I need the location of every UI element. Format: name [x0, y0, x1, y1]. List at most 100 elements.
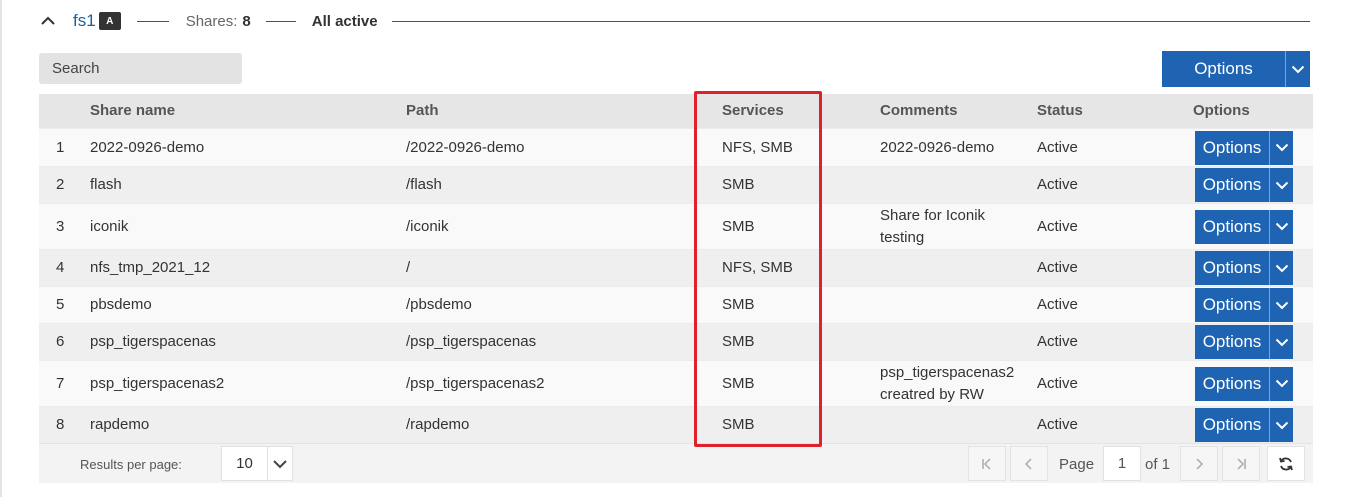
column-header-comments[interactable]: Comments — [880, 94, 1030, 128]
share-status: Active — [1037, 416, 1078, 433]
chevron-up-icon — [41, 16, 55, 25]
share-services: SMB — [722, 176, 755, 193]
header-divider — [391, 20, 1310, 22]
page-left-border — [0, 0, 2, 497]
column-header-share-name[interactable]: Share name — [90, 94, 390, 128]
column-header-services[interactable]: Services — [722, 94, 862, 128]
share-services: SMB — [722, 217, 755, 235]
table-row[interactable]: 3 iconik /iconik SMB Share for Iconik te… — [39, 203, 1313, 249]
share-services: NFS, SMB — [722, 259, 793, 276]
column-header-status[interactable]: Status — [1037, 94, 1157, 128]
share-status: Active — [1037, 296, 1078, 313]
results-per-page-select[interactable]: 10 — [221, 446, 293, 481]
chevron-down-icon — [1275, 379, 1288, 388]
share-path: /rapdemo — [406, 416, 470, 433]
row-options-dropdown[interactable]: Options — [1195, 209, 1293, 244]
chevron-down-icon — [1275, 143, 1288, 152]
table-row[interactable]: 8 rapdemo /rapdemo SMB Active Options — [39, 406, 1313, 443]
share-comment — [880, 250, 1030, 286]
share-services: SMB — [722, 416, 755, 433]
table-row[interactable]: 4 nfs_tmp_2021_12 / NFS, SMB Active Opti… — [39, 249, 1313, 286]
share-name: flash — [90, 176, 122, 193]
row-options-caret-button[interactable] — [1269, 325, 1293, 359]
share-services: NFS, SMB — [722, 138, 793, 156]
row-options-button[interactable]: Options — [1195, 325, 1269, 359]
row-index: 8 — [56, 416, 65, 433]
row-index: 5 — [56, 296, 65, 313]
chevron-down-icon — [273, 459, 287, 468]
row-options-caret-button[interactable] — [1269, 168, 1293, 202]
table-row[interactable]: 7 psp_tigerspacenas2 /psp_tigerspacenas2… — [39, 360, 1313, 406]
share-comment: 2022-0926-demo — [880, 138, 995, 156]
share-path: /2022-0926-demo — [406, 138, 525, 156]
row-options-button[interactable]: Options — [1195, 251, 1269, 285]
shares-count: 8 — [242, 12, 251, 30]
row-index: 6 — [56, 333, 65, 350]
chevron-down-icon — [1275, 421, 1288, 429]
share-path: /iconik — [406, 217, 449, 235]
row-options-button[interactable]: Options — [1195, 408, 1269, 442]
row-index: 2 — [56, 176, 65, 193]
first-page-button[interactable] — [968, 446, 1006, 481]
refresh-icon — [1279, 457, 1293, 470]
row-options-button[interactable]: Options — [1195, 209, 1269, 244]
refresh-button[interactable] — [1267, 446, 1305, 481]
row-index: 4 — [56, 259, 65, 276]
chevron-down-icon — [1275, 338, 1288, 346]
last-page-button[interactable] — [1222, 446, 1260, 481]
column-header-path[interactable]: Path — [406, 94, 696, 128]
row-options-dropdown[interactable]: Options — [1195, 408, 1293, 442]
row-options-caret-button[interactable] — [1269, 130, 1293, 165]
table-row[interactable]: 6 psp_tigerspacenas /psp_tigerspacenas S… — [39, 323, 1313, 360]
table-header: Share name Path Services Comments Status… — [39, 94, 1313, 128]
row-options-dropdown[interactable]: Options — [1195, 251, 1293, 285]
results-per-page-caret[interactable] — [267, 447, 292, 480]
chevron-down-icon — [1291, 65, 1305, 73]
share-path: / — [406, 259, 411, 276]
row-options-dropdown[interactable]: Options — [1195, 168, 1293, 202]
row-options-button[interactable]: Options — [1195, 288, 1269, 322]
page-of-label: of 1 — [1145, 455, 1171, 473]
table-row[interactable]: 2 flash /flash SMB Active Options — [39, 166, 1313, 203]
row-options-caret-button[interactable] — [1269, 366, 1293, 401]
share-status: Active — [1037, 259, 1078, 276]
table-footer: Results per page: 10 Page of 1 — [39, 443, 1313, 483]
current-page-input[interactable] — [1103, 446, 1141, 481]
share-comment: Share for Iconik testing — [880, 206, 986, 246]
options-caret-button[interactable] — [1285, 51, 1310, 87]
chevron-down-icon — [1275, 181, 1288, 189]
chevron-down-icon — [1275, 301, 1288, 309]
row-options-dropdown[interactable]: Options — [1195, 288, 1293, 322]
row-options-caret-button[interactable] — [1269, 251, 1293, 285]
options-button[interactable]: Options — [1162, 51, 1285, 87]
row-options-button[interactable]: Options — [1195, 168, 1269, 202]
row-options-caret-button[interactable] — [1269, 209, 1293, 244]
share-name: iconik — [90, 217, 129, 235]
share-name: psp_tigerspacenas — [90, 333, 216, 350]
row-options-caret-button[interactable] — [1269, 408, 1293, 442]
prev-page-button[interactable] — [1010, 446, 1048, 481]
search-input[interactable] — [39, 53, 242, 84]
table-row[interactable]: 5 pbsdemo /pbsdemo SMB Active Options — [39, 286, 1313, 323]
results-per-page-value: 10 — [236, 455, 253, 472]
row-options-dropdown[interactable]: Options — [1195, 130, 1293, 165]
page-label: Page — [1059, 455, 1095, 473]
row-options-caret-button[interactable] — [1269, 288, 1293, 322]
collapse-button[interactable] — [38, 11, 58, 31]
options-dropdown-button[interactable]: Options — [1162, 51, 1310, 87]
row-index: 1 — [56, 138, 65, 156]
row-options-dropdown[interactable]: Options — [1195, 325, 1293, 359]
row-options-button[interactable]: Options — [1195, 130, 1269, 165]
share-status: Active — [1037, 176, 1078, 193]
next-page-button[interactable] — [1180, 446, 1218, 481]
share-comment: psp_tigerspacenas2 creatred by RW — [880, 363, 1015, 403]
filesystem-name[interactable]: fs1 — [73, 11, 96, 31]
row-options-button[interactable]: Options — [1195, 366, 1269, 401]
table-row[interactable]: 1 2022-0926-demo /2022-0926-demo NFS, SM… — [39, 128, 1313, 166]
row-options-dropdown[interactable]: Options — [1195, 366, 1293, 401]
shares-table: Share name Path Services Comments Status… — [39, 94, 1313, 443]
share-comment — [880, 407, 1030, 443]
share-services: SMB — [722, 333, 755, 350]
share-name: 2022-0926-demo — [90, 138, 205, 156]
status-summary: All active — [311, 12, 378, 30]
